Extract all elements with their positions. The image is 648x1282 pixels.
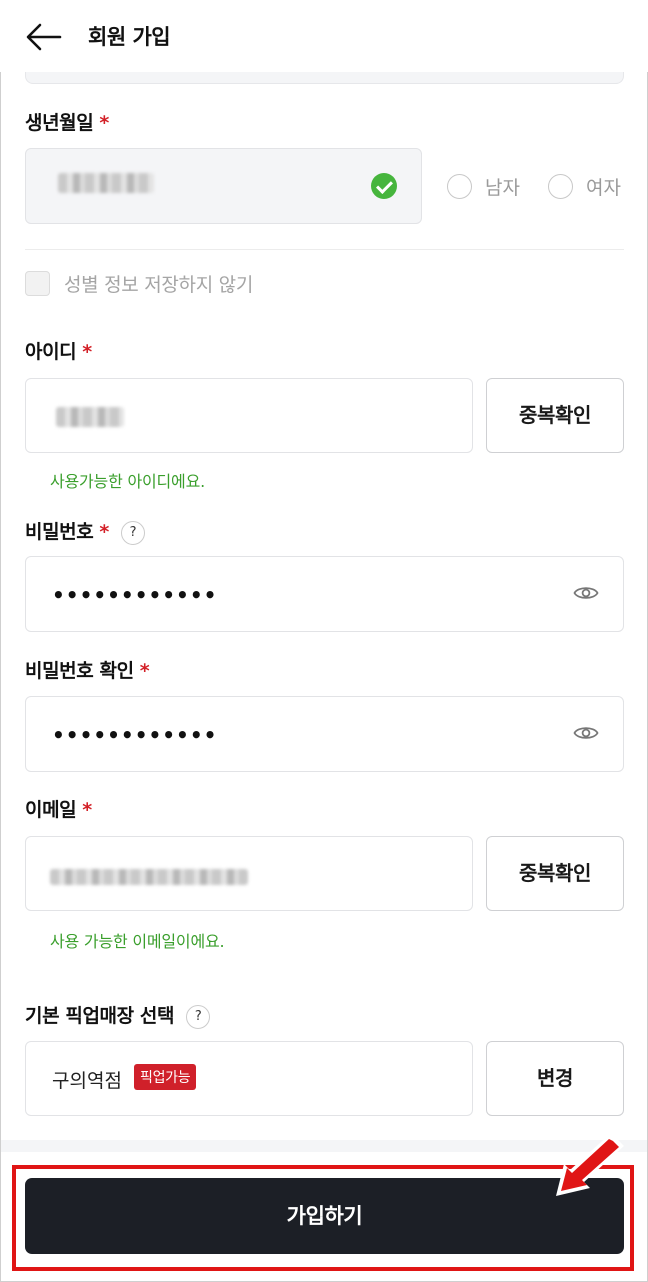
eye-icon[interactable] (573, 724, 599, 742)
signup-submit-button[interactable]: 가입하기 (25, 1178, 624, 1254)
email-label-text: 이메일 (25, 799, 77, 821)
help-icon[interactable]: ? (186, 1005, 211, 1029)
birth-label-text: 생년월일 (25, 112, 94, 134)
id-label-text: 아이디 (25, 341, 77, 363)
required-mark: * (82, 341, 92, 363)
gender-female-label: 여자 (586, 176, 621, 199)
birth-label: 생년월일 * (25, 108, 109, 135)
password-label-text: 비밀번호 (25, 521, 94, 543)
gender-male-radio[interactable]: 남자 (447, 172, 520, 200)
check-icon (371, 173, 397, 199)
pickup-store-label-text: 기본 픽업매장 선택 (25, 1005, 175, 1027)
email-success-message: 사용 가능한 이메일이에요. (50, 932, 225, 951)
required-mark: * (139, 660, 150, 682)
eye-icon[interactable] (573, 584, 599, 602)
birthdate-input[interactable] (25, 148, 422, 224)
pickup-store-field: 구의역점 픽업가능 (25, 1041, 473, 1116)
change-store-button[interactable]: 변경 (486, 1041, 624, 1116)
store-name: 구의역점 (52, 1070, 122, 1092)
no-save-gender-checkbox[interactable]: 성별 정보 저장하지 않기 (25, 270, 253, 297)
required-mark: * (99, 521, 109, 543)
checkbox-icon (25, 271, 50, 296)
id-success-message: 사용가능한 아이디에요. (50, 472, 205, 491)
email-input[interactable] (25, 836, 473, 911)
radio-circle-icon (447, 173, 472, 199)
password-confirm-label-text: 비밀번호 확인 (25, 660, 134, 682)
id-duplicate-check-button[interactable]: 중복확인 (486, 378, 624, 453)
id-label: 아이디 * (25, 337, 92, 364)
redacted-value (58, 173, 154, 193)
required-mark: * (99, 112, 109, 134)
pickup-available-badge: 픽업가능 (134, 1064, 197, 1090)
required-mark: * (82, 799, 92, 821)
email-duplicate-check-button[interactable]: 중복확인 (486, 836, 624, 911)
gender-male-label: 남자 (485, 176, 520, 199)
redacted-value (56, 407, 124, 427)
pointer-arrow-icon (556, 1134, 624, 1196)
password-input[interactable]: •••••••••••• (25, 556, 624, 632)
password-label: 비밀번호 *? (25, 517, 145, 545)
no-save-gender-label: 성별 정보 저장하지 않기 (64, 274, 254, 296)
pickup-store-label: 기본 픽업매장 선택? (25, 1001, 211, 1029)
password-confirm-input[interactable]: •••••••••••• (25, 696, 624, 772)
password-confirm-value: •••••••••••• (52, 723, 218, 747)
password-value: •••••••••••• (52, 583, 218, 607)
page-title: 회원 가입 (88, 25, 171, 49)
email-label: 이메일 * (25, 795, 92, 822)
back-arrow-icon[interactable] (24, 20, 64, 54)
gender-female-radio[interactable]: 여자 (548, 172, 621, 200)
id-input[interactable] (25, 378, 473, 453)
header: 회원 가입 (0, 0, 648, 72)
radio-circle-icon (548, 173, 573, 199)
password-confirm-label: 비밀번호 확인 * (25, 656, 150, 683)
redacted-value (50, 869, 248, 885)
divider (25, 249, 624, 250)
help-icon[interactable]: ? (120, 521, 145, 545)
